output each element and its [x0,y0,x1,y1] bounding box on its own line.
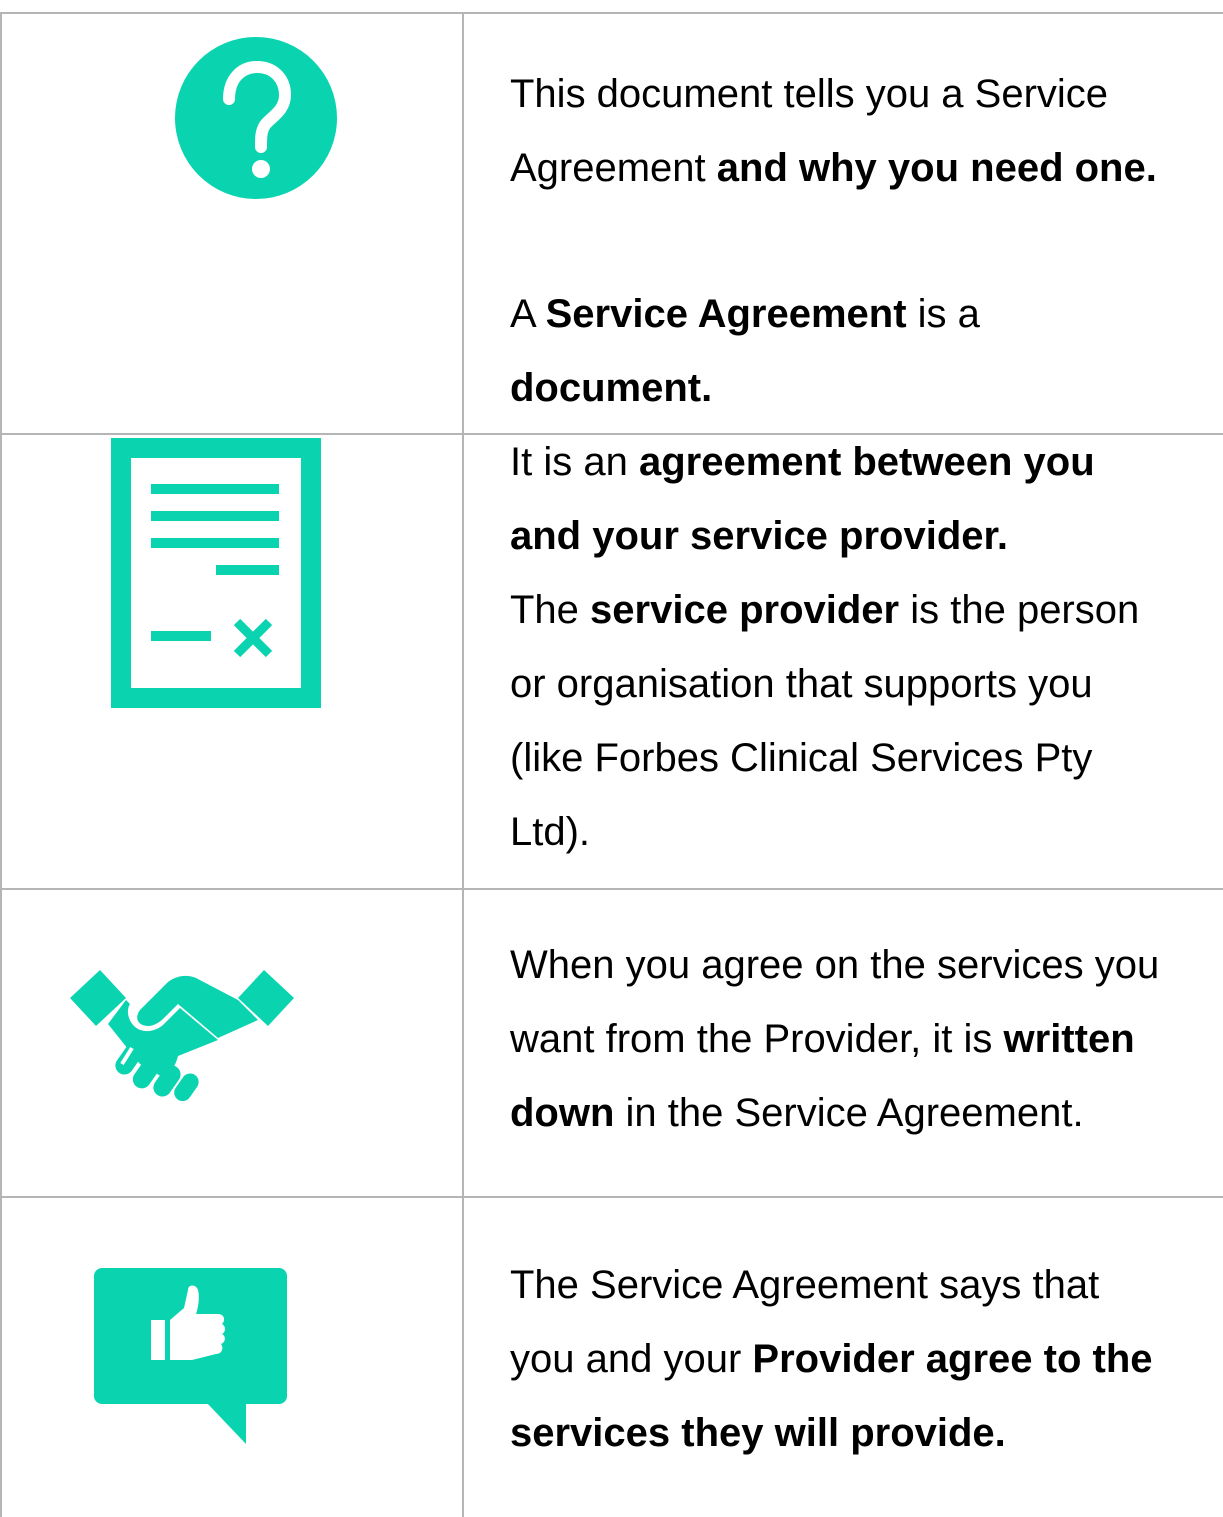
text-segment: The Service Agreement says that [510,1263,1100,1307]
text-line: When you agree on the services you [510,928,1159,1002]
bold-text: agreement between you [638,440,1095,484]
text-segment: you and your [510,1337,753,1381]
text-line: want from the Provider, it is written [510,1002,1159,1076]
text-line: you and your Provider agree to the [510,1322,1153,1396]
thumbs-up-speech-bubble-icon [94,1268,287,1444]
question-mark-icon [175,37,337,199]
text-segment: It is an [510,440,639,484]
text-segment: want from the Provider, it is [510,1017,1004,1061]
text-segment: A [510,292,546,336]
text-line: services they will provide. [510,1396,1153,1470]
row-4-text: The Service Agreement says that you and y… [510,1248,1153,1470]
bold-text: services they will provide. [510,1411,1006,1455]
text-segment: When you agree on the services you [510,943,1160,987]
text-segment: or organisation that supports you [510,662,1093,706]
bold-text: document. [510,366,713,410]
handshake-icon [68,968,296,1108]
text-line: Ltd). [510,795,1139,869]
bold-text: Provider agree to the [752,1337,1153,1381]
text-line: down in the Service Agreement. [510,1076,1159,1150]
text-line: (like Forbes Clinical Services Pty [510,721,1139,795]
text-line: The Service Agreement says that [510,1248,1153,1322]
text-line: document. [510,351,1139,425]
text-segment: is a [906,292,980,336]
text-segment: Ltd). [510,810,591,854]
text-line: or organisation that supports you [510,647,1139,721]
bold-text: service provider [590,588,900,632]
document-icon [111,438,321,708]
text-line: Agreement and why you need one. [510,131,1157,205]
text-segment: in the Service Agreement. [614,1091,1084,1135]
text-segment: (like Forbes Clinical Services Pty [510,736,1093,780]
text-segment: Agreement [510,146,717,190]
bold-text: written [1003,1017,1135,1061]
text-segment: is the person [899,588,1140,632]
bold-text: and your service provider. [510,514,1008,558]
bold-text: and why you need one. [716,146,1157,190]
bold-text: Service Agreement [545,292,907,336]
text-line: The service provider is the person [510,573,1139,647]
bold-text: down [510,1091,615,1135]
text-line: This document tells you a Service [510,57,1157,131]
text-line: It is an agreement between you [510,425,1139,499]
text-segment: The [510,588,591,632]
row-3-text: When you agree on the services you want f… [510,928,1159,1150]
text-segment: This document tells you a Service [510,72,1109,116]
row-2-text: A Service Agreement is a document. It is a… [510,277,1139,869]
text-line: and your service provider. [510,499,1139,573]
text-line: A Service Agreement is a [510,277,1139,351]
row-1-text: This document tells you a Service Agreeme… [510,57,1157,205]
